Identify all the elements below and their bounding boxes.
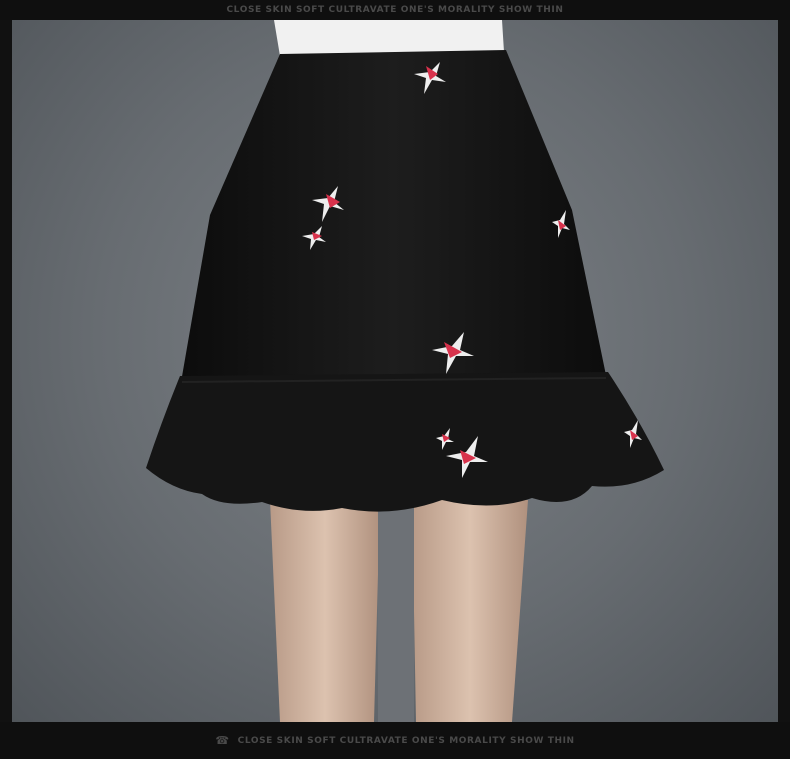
bottom-banner-text: CLOSE SKIN SOFT CULTRAVATE ONE'S MORALIT…	[237, 735, 575, 746]
telephone-icon: ☎	[215, 734, 230, 747]
white-blouse	[274, 20, 504, 56]
product-photo	[12, 20, 778, 722]
skirt-illustration	[146, 20, 664, 722]
right-leg	[412, 500, 528, 722]
top-banner: CLOSE SKIN SOFT CULTRAVATE ONE'S MORALIT…	[0, 0, 790, 20]
top-banner-text: CLOSE SKIN SOFT CULTRAVATE ONE'S MORALIT…	[226, 5, 564, 15]
bottom-banner: ☎ CLOSE SKIN SOFT CULTRAVATE ONE'S MORAL…	[0, 722, 790, 759]
skirt-body	[180, 50, 608, 388]
skirt-ruffle	[146, 372, 664, 512]
left-leg	[270, 500, 380, 722]
